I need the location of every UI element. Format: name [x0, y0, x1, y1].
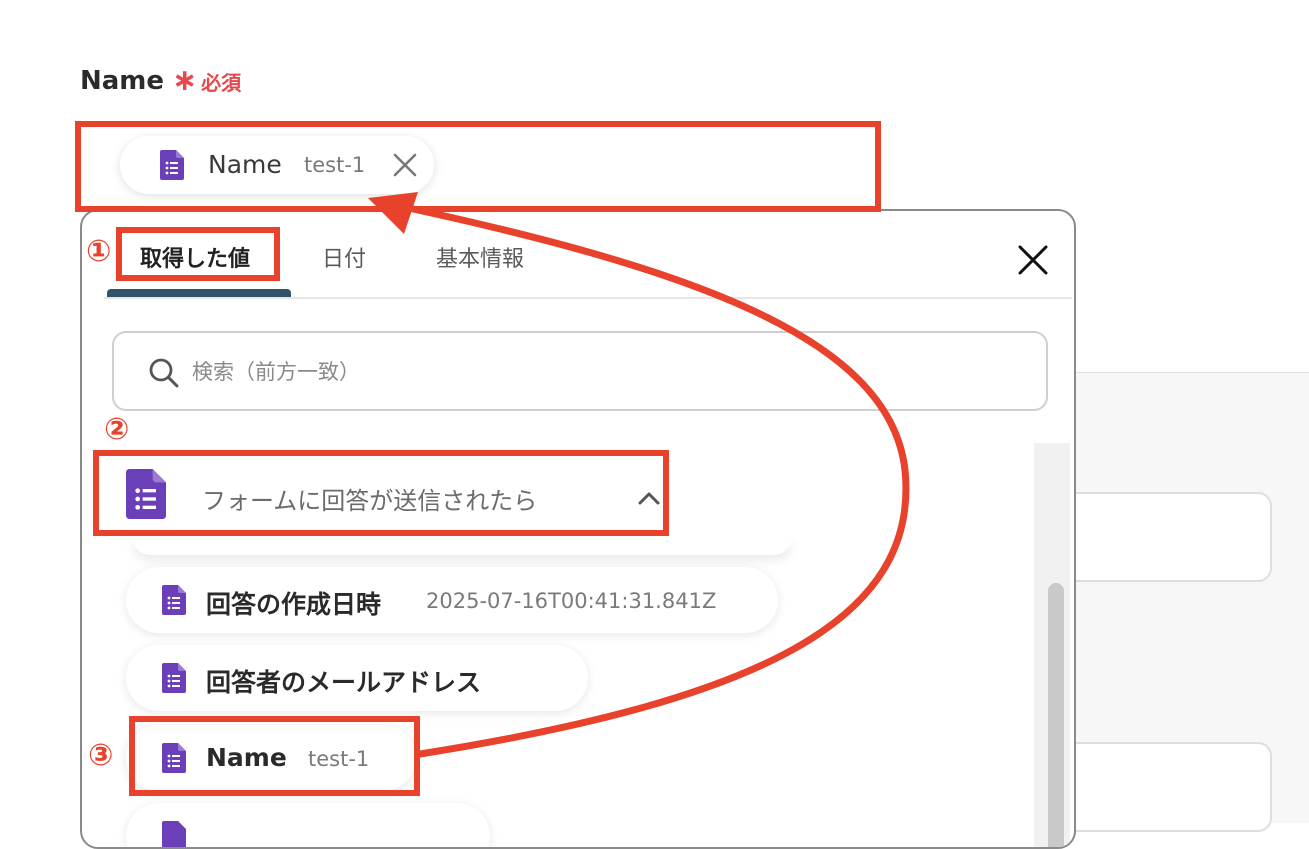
google-forms-icon — [162, 821, 186, 847]
annotation-arrow — [368, 192, 910, 758]
